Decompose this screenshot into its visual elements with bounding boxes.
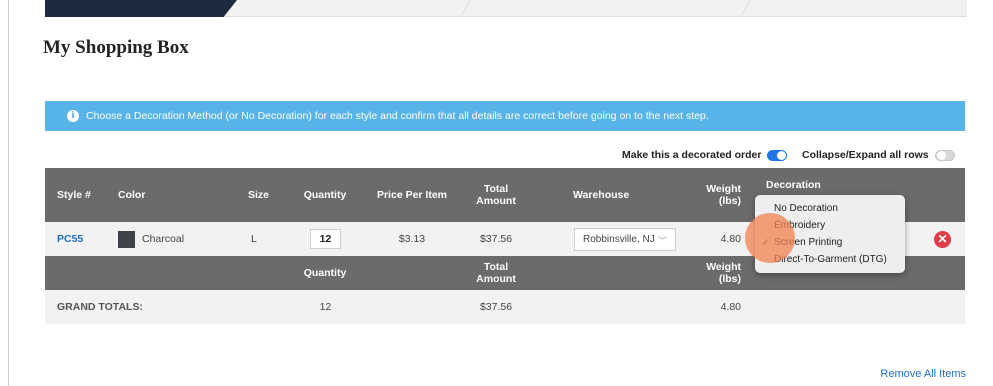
header-style: Style # (57, 189, 91, 201)
warehouse-cell: Robbinsville, NJ ﹀ (574, 222, 676, 256)
remove-all-items-link[interactable]: Remove All Items (880, 368, 966, 380)
totals-header-weight: Weight (lbs) (706, 261, 741, 285)
decorated-order-toggle-row: Make this a decorated order (622, 147, 788, 163)
quantity-input[interactable] (310, 229, 341, 249)
style-number-link[interactable]: PC55 (57, 222, 83, 256)
progress-step-divider (460, 0, 471, 17)
header-color: Color (118, 189, 146, 201)
progress-step-active (45, 0, 237, 17)
grand-total-weight: 4.80 (720, 301, 741, 313)
decorated-order-label: Make this a decorated order (622, 149, 762, 161)
header-quantity: Quantity (303, 189, 347, 201)
header-warehouse: Warehouse (573, 189, 630, 201)
totals-header-total-amount: Total Amount (476, 261, 516, 285)
grand-total-amount: $37.56 (479, 301, 513, 313)
collapse-expand-toggle[interactable] (934, 149, 955, 161)
progress-step-divider (740, 0, 751, 17)
totals-header-quantity: Quantity (303, 267, 347, 279)
chevron-down-icon: ﹀ (657, 235, 667, 246)
info-banner-text: Choose a Decoration Method (or No Decora… (86, 110, 709, 122)
color-swatch (118, 230, 135, 248)
grand-totals-row: GRAND TOTALS: 12 $37.56 4.80 (45, 290, 965, 324)
quantity-cell (310, 222, 341, 256)
color-cell: Charcoal (118, 222, 184, 256)
size-value: L (251, 233, 257, 245)
warehouse-value: Robbinsville, NJ (583, 233, 655, 245)
page-title: My Shopping Box (43, 37, 189, 58)
header-price-per-item: Price Per Item (376, 189, 448, 201)
collapse-toggle-row: Collapse/Expand all rows (802, 147, 955, 163)
click-highlight (745, 213, 795, 263)
toggle-knob (936, 150, 946, 160)
header-size: Size (248, 189, 270, 201)
price-value: $3.13 (398, 233, 426, 245)
warehouse-select[interactable]: Robbinsville, NJ ﹀ (574, 227, 676, 251)
info-banner: i Choose a Decoration Method (or No Deco… (45, 101, 965, 131)
info-icon: i (67, 110, 79, 122)
color-name: Charcoal (142, 233, 185, 245)
header-total-amount: Total Amount (476, 183, 516, 207)
header-weight: Weight (lbs) (706, 183, 741, 207)
grand-total-quantity: 12 (319, 301, 332, 313)
weight-value: 4.80 (720, 233, 741, 245)
grand-totals-label: GRAND TOTALS: (57, 301, 143, 313)
decorated-order-toggle[interactable] (767, 149, 788, 161)
remove-item-button[interactable]: ✕ (934, 222, 951, 256)
checkout-progress-bar (45, 0, 967, 17)
close-icon: ✕ (934, 230, 951, 248)
collapse-expand-label: Collapse/Expand all rows (802, 149, 929, 161)
toggle-knob (777, 150, 787, 160)
total-value: $37.56 (479, 233, 513, 245)
